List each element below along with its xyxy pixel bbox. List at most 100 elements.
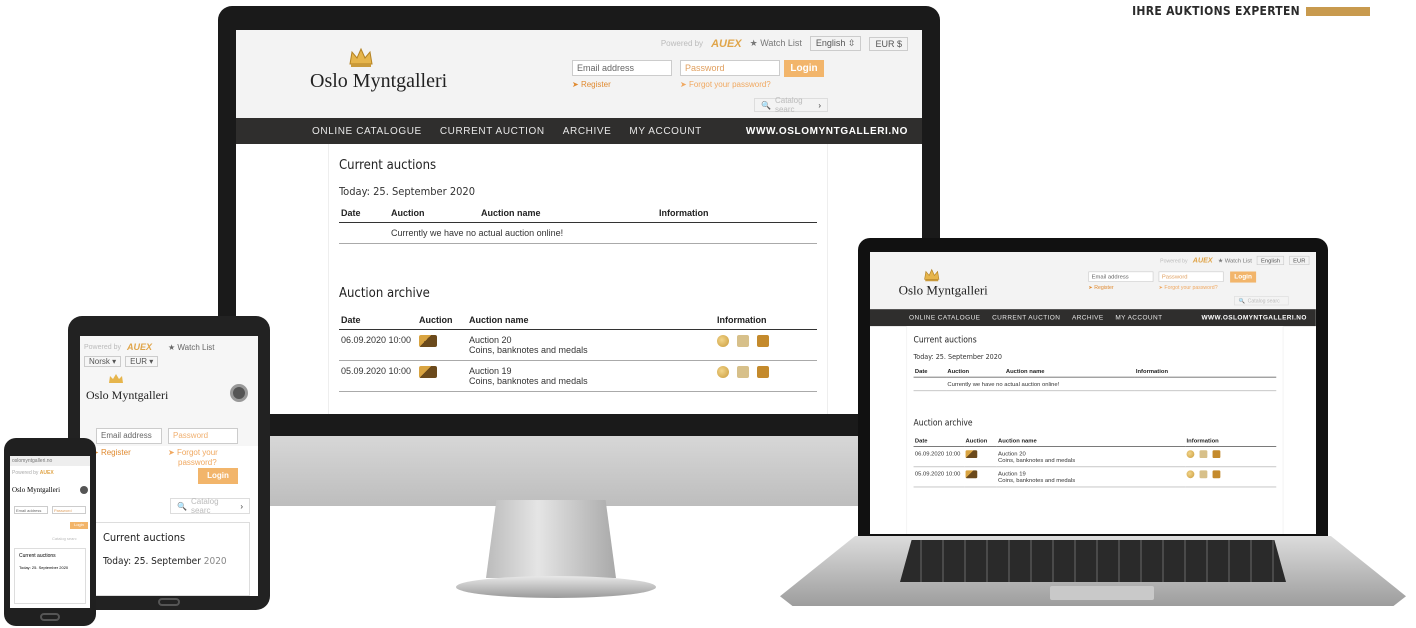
auction-gavel-icon[interactable] [419, 335, 437, 347]
email-field[interactable]: Email address [96, 428, 162, 444]
email-field[interactable]: Email address [14, 506, 48, 514]
site-logo[interactable]: Oslo Myntgalleri [12, 486, 60, 494]
auex-logo[interactable]: AUEX [127, 342, 152, 352]
print-icon[interactable] [737, 366, 749, 378]
language-select[interactable]: English [1257, 255, 1285, 265]
current-auctions-table: Date Auction Auction name Information Cu… [339, 204, 817, 244]
menu-icon[interactable] [80, 486, 88, 494]
main-content: Current auctions Today: 25. September 20… [328, 144, 828, 414]
catalog-search[interactable]: 🔍 Catalog searc › [170, 497, 250, 515]
search-icon: 🔍 [1238, 297, 1246, 304]
table-row[interactable]: 05.09.2020 10:00 Auction 19 Coins, bankno… [339, 360, 817, 392]
current-auctions-table: Date Auction Auction name Information Cu… [913, 365, 1277, 392]
row-auction-name[interactable]: Auction 19 [469, 366, 713, 376]
th-date: Date [339, 204, 389, 223]
catalog-search[interactable]: Catalog searc [52, 536, 77, 541]
tablet-home-button[interactable] [158, 598, 180, 606]
nav-archive[interactable]: ARCHIVE [563, 126, 612, 137]
nav-website[interactable]: WWW.OSLOMYNTGALLERI.NO [1201, 314, 1306, 321]
auction-gavel-icon[interactable] [419, 366, 437, 378]
login-button[interactable]: Login [1230, 271, 1257, 283]
nav-website[interactable]: WWW.OSLOMYNTGALLERI.NO [746, 126, 908, 137]
no-auction-message: Currently we have no actual auction onli… [389, 222, 817, 244]
coin-icon[interactable] [717, 366, 729, 378]
register-link[interactable]: ➤ Register [572, 80, 611, 89]
login-button[interactable]: Login [198, 468, 238, 484]
catalog-icon[interactable] [757, 366, 769, 378]
forgot-password-link[interactable]: ➤ Forgot your password? [1159, 285, 1218, 291]
forgot-label: Forgot your password? [688, 80, 771, 89]
currency-value: EUR [130, 357, 148, 366]
login-button[interactable]: Login [70, 522, 88, 529]
catalog-search[interactable]: 🔍 Catalog searc › [754, 96, 828, 114]
chevron-right-icon: › [240, 501, 243, 511]
th-auction-name: Auction name [1004, 365, 1135, 378]
currency-select[interactable]: EUR ▾ [125, 356, 159, 367]
watch-list-link[interactable]: ★ Watch List [168, 343, 214, 352]
laptop-site: Powered by AUEX ★ Watch List English EUR… [870, 252, 1316, 534]
phone: oslomyntgalleri.no Powered by AUEX Oslo … [4, 438, 96, 626]
forgot-password-link[interactable]: ➤ Forgot your password? [680, 80, 771, 89]
th-auction-name: Auction name [479, 204, 657, 223]
watch-list-link[interactable]: ★ Watch List [1218, 257, 1252, 264]
coin-icon[interactable] [1186, 470, 1195, 479]
print-icon[interactable] [1199, 450, 1208, 459]
menu-icon[interactable] [230, 384, 248, 402]
language-select[interactable]: Norsk ▾ [84, 356, 122, 367]
table-row[interactable]: 05.09.2020 10:00 Auction 19 Coins, bankno… [913, 466, 1277, 488]
auex-logo[interactable]: AUEX [711, 38, 742, 50]
forgot-password-link[interactable]: ➤ Forgot your password? [168, 448, 218, 468]
row-date: 05.09.2020 10:00 [339, 360, 417, 392]
auction-gavel-icon[interactable] [965, 470, 978, 479]
currency-select[interactable]: EUR [1289, 255, 1310, 265]
table-row[interactable]: 06.09.2020 10:00 Auction 20 Coins, bankno… [913, 446, 1277, 468]
catalog-search[interactable]: 🔍 Catalog searc [1234, 296, 1289, 306]
catalog-search-label: Catalog searc [52, 536, 77, 541]
main-content: Current auctions Today: 25. September 20… [906, 326, 1284, 534]
password-field[interactable]: Password [680, 60, 780, 76]
phone-home-button[interactable] [40, 613, 60, 621]
top-strip: Powered by AUEX ★ Watch List English EUR [1160, 255, 1310, 265]
password-field[interactable]: Password [168, 428, 238, 444]
coin-icon[interactable] [1186, 450, 1195, 459]
watch-list-link[interactable]: ★ Watch List [750, 38, 802, 49]
nav-my-account[interactable]: MY ACCOUNT [629, 126, 702, 137]
password-field[interactable]: Password [1158, 271, 1224, 282]
print-icon[interactable] [1199, 470, 1208, 479]
nav-online-catalogue[interactable]: ONLINE CATALOGUE [909, 314, 980, 321]
auex-logo[interactable]: AUEX [40, 470, 54, 476]
desktop-site: Powered by AUEX ★ Watch List English ⇳ E… [236, 30, 922, 414]
nav-current-auction[interactable]: CURRENT AUCTION [992, 314, 1060, 321]
catalog-icon[interactable] [1212, 450, 1221, 459]
monitor-stand [486, 500, 616, 578]
powered-by-label: Powered by [84, 343, 121, 351]
auex-logo[interactable]: AUEX [1193, 257, 1213, 265]
auction-gavel-icon[interactable] [965, 450, 978, 459]
register-link[interactable]: ➤ Register [1088, 285, 1113, 291]
email-field[interactable]: Email address [1088, 271, 1154, 282]
catalog-icon[interactable] [757, 335, 769, 347]
currency-select[interactable]: EUR $ [869, 36, 908, 51]
catalog-icon[interactable] [1212, 470, 1221, 479]
nav-current-auction[interactable]: CURRENT AUCTION [440, 126, 545, 137]
logo-text: Oslo Myntgalleri [898, 283, 988, 298]
row-auction-name[interactable]: Auction 20 [469, 335, 713, 345]
phone-url-bar[interactable]: oslomyntgalleri.no [10, 456, 90, 466]
site-logo[interactable]: Oslo Myntgalleri [86, 374, 168, 403]
coin-icon[interactable] [717, 335, 729, 347]
language-value: English [815, 38, 846, 48]
table-row[interactable]: 06.09.2020 10:00 Auction 20 Coins, bankno… [339, 329, 817, 361]
nav-online-catalogue[interactable]: ONLINE CATALOGUE [312, 126, 422, 137]
site-logo[interactable]: Oslo Myntgalleri [898, 268, 988, 298]
site-logo[interactable]: Oslo Myntgalleri [310, 47, 447, 93]
email-field[interactable]: Email address [572, 60, 672, 76]
nav-archive[interactable]: ARCHIVE [1072, 314, 1104, 321]
forgot-label-line2: password? [178, 458, 217, 467]
language-select[interactable]: English ⇳ [809, 36, 862, 51]
th-auction: Auction [417, 311, 467, 330]
login-button[interactable]: Login [784, 60, 824, 77]
nav-my-account[interactable]: MY ACCOUNT [1115, 314, 1162, 321]
password-field[interactable]: Password [52, 506, 86, 514]
register-link[interactable]: ➤ Register [92, 448, 131, 457]
print-icon[interactable] [737, 335, 749, 347]
